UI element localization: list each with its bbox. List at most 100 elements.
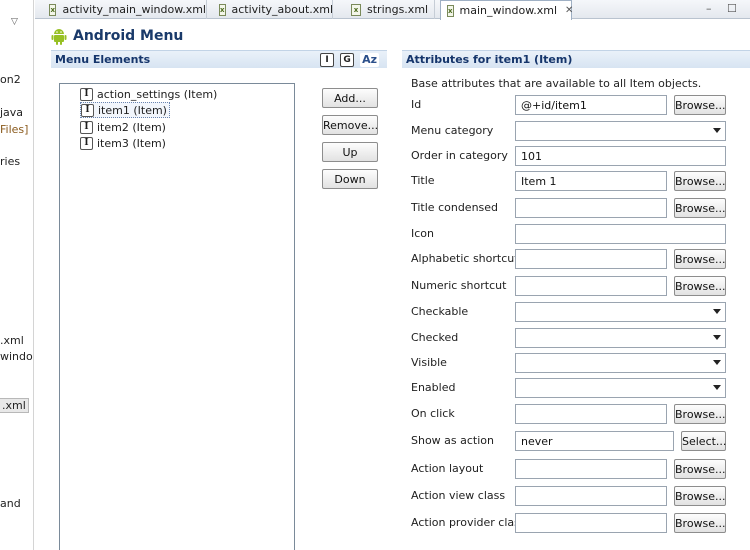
explorer-fragment[interactable]: .xml [0, 334, 24, 347]
item-label: item1 (Item) [98, 103, 167, 117]
filter-items-icon[interactable]: I [320, 53, 335, 67]
show-as-action-select-button[interactable]: Select... [681, 431, 726, 451]
checked-select[interactable] [515, 328, 726, 348]
explorer-fragment[interactable]: windo [0, 350, 33, 363]
up-button[interactable]: Up [322, 142, 378, 162]
attributes-header: Attributes for item1 (Item) [402, 50, 750, 68]
id-browse-button[interactable]: Browse... [674, 95, 726, 115]
xml-file-icon: x [447, 4, 454, 17]
id-input[interactable] [515, 95, 667, 115]
explorer-fragment[interactable]: ries [0, 155, 20, 168]
chevron-down-icon[interactable]: ▽ [11, 17, 18, 27]
android-icon [51, 29, 67, 45]
visible-select[interactable] [515, 353, 726, 373]
order-in-category-input[interactable] [515, 146, 726, 166]
tab-label: main_window.xml [459, 4, 558, 17]
section-title: Attributes for item1 (Item) [406, 53, 573, 66]
item-icon: I [81, 103, 94, 117]
attribute-row: Action view class Browse... [402, 486, 750, 506]
down-button[interactable]: Down [322, 169, 378, 189]
list-item[interactable]: I action_settings (Item) [80, 86, 217, 102]
explorer-fragment[interactable]: on2 [0, 73, 21, 86]
action-layout-browse-button[interactable]: Browse... [674, 459, 726, 479]
attributes-section: Attributes for item1 (Item) Base attribu… [402, 50, 750, 550]
numeric-shortcut-input[interactable] [515, 276, 667, 296]
title-input[interactable] [515, 171, 667, 191]
attribute-row: Icon [402, 224, 750, 244]
action-provider-class-browse-button[interactable]: Browse... [674, 513, 726, 533]
title-browse-button[interactable]: Browse... [674, 171, 726, 191]
alphabetic-shortcut-browse-button[interactable]: Browse... [674, 249, 726, 269]
chevron-down-icon [713, 385, 721, 390]
explorer-fragment[interactable]: java [0, 106, 23, 119]
item-label: item2 (Item) [97, 120, 166, 134]
on-click-browse-button[interactable]: Browse... [674, 404, 726, 424]
remove-button[interactable]: Remove... [322, 115, 378, 135]
item-icon: I [80, 136, 93, 150]
minimize-icon[interactable]: – [706, 2, 712, 15]
attribute-label: Order in category [411, 149, 508, 162]
editor-tab-bar: x activity_main_window.xml x activity_ab… [35, 0, 750, 20]
chevron-down-icon [713, 128, 721, 133]
list-item[interactable]: I item3 (Item) [80, 135, 166, 151]
attribute-row: Enabled [402, 378, 750, 398]
attribute-row: Action layout Browse... [402, 459, 750, 479]
attribute-label: Title [411, 174, 435, 187]
tab-main-window[interactable]: x main_window.xml ✕ [440, 0, 573, 20]
on-click-input[interactable] [515, 404, 667, 424]
alphabetic-shortcut-input[interactable] [515, 249, 667, 269]
item-icon: I [80, 120, 93, 134]
section-title: Menu Elements [55, 53, 151, 66]
action-view-class-input[interactable] [515, 486, 667, 506]
attribute-label: Visible [411, 356, 447, 369]
list-item-selected[interactable]: I item1 (Item) [80, 102, 170, 118]
menu-category-select[interactable] [515, 121, 726, 141]
enabled-select[interactable] [515, 378, 726, 398]
checkable-select[interactable] [515, 302, 726, 322]
item-icon: I [80, 87, 93, 101]
title-condensed-browse-button[interactable]: Browse... [674, 198, 726, 218]
add-button[interactable]: Add... [322, 88, 378, 108]
close-icon[interactable]: ✕ [565, 5, 573, 16]
attribute-row: On click Browse... [402, 404, 750, 424]
action-provider-class-input[interactable] [515, 513, 667, 533]
tab-label: activity_about.xml [231, 3, 334, 16]
attribute-row: Numeric shortcut Browse... [402, 276, 750, 296]
attribute-row: Title condensed Browse... [402, 198, 750, 218]
maximize-icon[interactable]: ☐ [727, 2, 737, 15]
page-title: Android Menu [73, 28, 184, 44]
attribute-label: Show as action [411, 434, 495, 447]
action-view-class-browse-button[interactable]: Browse... [674, 486, 726, 506]
attributes-description: Base attributes that are available to al… [411, 77, 702, 90]
chevron-down-icon [713, 309, 721, 314]
attribute-label: Action view class [411, 489, 506, 502]
attribute-label: Action layout [411, 462, 484, 475]
attribute-row: Id Browse... [402, 95, 750, 115]
menu-elements-header: Menu Elements I G Az [51, 50, 387, 68]
attribute-row: Action provider class Browse... [402, 513, 750, 533]
attribute-label: Enabled [411, 381, 456, 394]
title-condensed-input[interactable] [515, 198, 667, 218]
menu-editor: x activity_main_window.xml x activity_ab… [35, 0, 750, 550]
item-label: item3 (Item) [97, 136, 166, 150]
tab-activity-about[interactable]: x activity_about.xml [213, 0, 333, 19]
explorer-fragment-selected[interactable]: .xml [0, 398, 29, 413]
attribute-label: On click [411, 407, 455, 420]
show-as-action-input[interactable] [515, 431, 674, 451]
attribute-row: Menu category [402, 121, 750, 141]
menu-elements-section: Menu Elements I G Az I action_settings (… [51, 50, 428, 550]
explorer-fragment[interactable]: Files] [0, 123, 28, 136]
explorer-fragment[interactable]: and [0, 497, 21, 510]
sort-alphabetical-icon[interactable]: Az [360, 53, 379, 67]
list-item[interactable]: I item2 (Item) [80, 119, 166, 135]
icon-input[interactable] [515, 224, 726, 244]
action-layout-input[interactable] [515, 459, 667, 479]
numeric-shortcut-browse-button[interactable]: Browse... [674, 276, 726, 296]
menu-elements-tree[interactable]: I action_settings (Item) I item1 (Item) … [59, 83, 295, 550]
attribute-row: Checkable [402, 302, 750, 322]
tab-strings[interactable]: x strings.xml [345, 0, 435, 19]
attribute-row: Visible [402, 353, 750, 373]
tab-activity-main-window[interactable]: x activity_main_window.xml [43, 0, 207, 19]
filter-groups-icon[interactable]: G [340, 53, 355, 67]
project-explorer-strip: ▽ on2 java Files] ries .xml windo .xml a… [0, 0, 34, 550]
